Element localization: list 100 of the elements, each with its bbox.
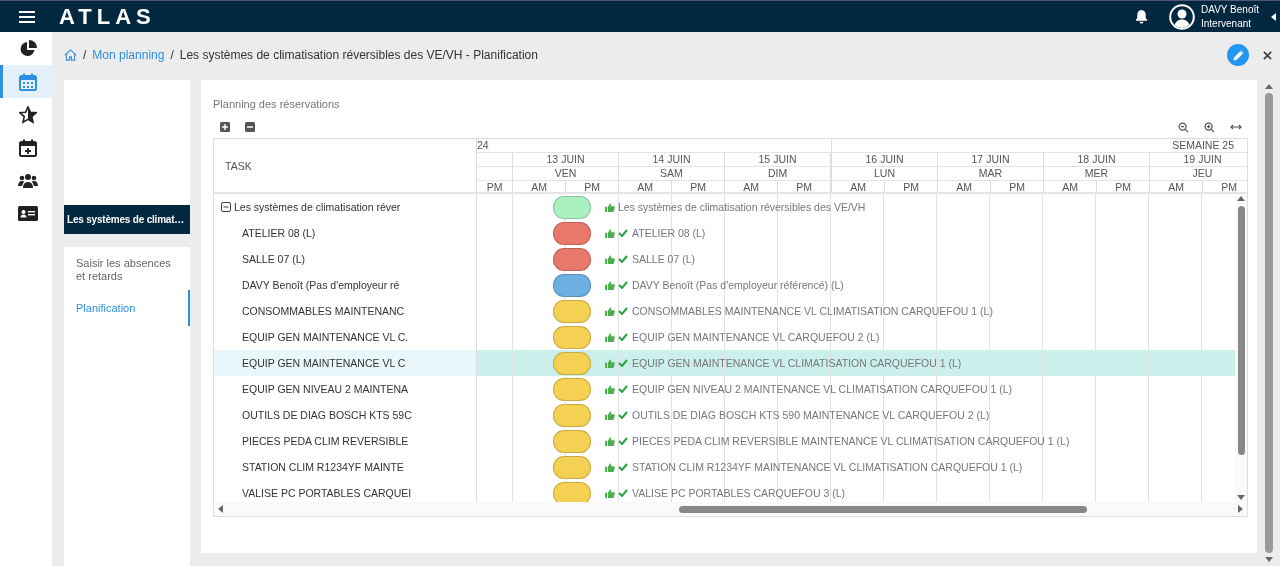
half-day-header: AM — [1150, 181, 1203, 192]
booking-label: EQUIP GEN MAINTENANCE VL CLIMATISATION CARQUEFOU 1 (L) — [632, 357, 962, 369]
date-header: 15 JUIN — [725, 153, 830, 167]
booking-label: Les systèmes de climatisation réversibles des VE/VH — [618, 201, 866, 213]
task-row[interactable]: OUTILS DE DIAG BOSCH KTS 59C — [214, 402, 477, 428]
vertical-scrollbar[interactable] — [1235, 194, 1247, 502]
weekday-header: VEN — [513, 167, 618, 181]
breadcrumb-separator: / — [83, 48, 87, 62]
booking-label: EQUIP GEN NIVEAU 2 MAINTENANCE VL CLIMATISATION CARQUEFOU 1 (L) — [632, 383, 1012, 395]
task-name: EQUIP GEN MAINTENANCE VL C. — [241, 331, 409, 343]
pie-chart-icon — [18, 39, 37, 58]
booking-label: ATELIER 08 (L) — [632, 227, 706, 239]
scroll-left-icon[interactable] — [218, 505, 223, 513]
half-day-header: PM — [991, 181, 1043, 192]
task-row[interactable]: CONSOMMABLES MAINTENANC — [214, 298, 477, 324]
half-day-header: AM — [619, 181, 672, 192]
task-row[interactable]: Les systèmes de climatisation réver — [214, 194, 477, 220]
avatar-icon[interactable] — [1169, 3, 1195, 30]
page-title: Les systèmes de climatisation réversibles des VE/VH - Planification — [179, 48, 538, 62]
half-day-header: PM — [885, 181, 937, 192]
half-day-header: AM — [832, 181, 885, 192]
task-name: Les systèmes de climatisation réver — [234, 201, 401, 213]
star-icon — [18, 105, 37, 124]
task-name: VALISE PC PORTABLES CARQUEI — [241, 487, 412, 499]
booking-label: EQUIP GEN MAINTENANCE VL CARQUEFOU 2 (L) — [632, 331, 880, 343]
users-icon — [17, 172, 38, 189]
half-day-header: PM — [477, 181, 512, 192]
date-header: 14 JUIN — [619, 153, 724, 167]
task-row[interactable]: EQUIP GEN NIVEAU 2 MAINTENA — [214, 376, 477, 402]
date-header: 18 JUIN — [1044, 153, 1149, 167]
scroll-down-icon[interactable] — [1265, 557, 1273, 562]
weekday-header: DIM — [725, 167, 830, 181]
zoom-out-icon[interactable] — [1178, 121, 1189, 133]
scroll-up-icon[interactable] — [1237, 196, 1245, 201]
thumbs-up-icon — [605, 254, 615, 264]
thumbs-up-icon — [605, 228, 615, 238]
close-icon[interactable] — [1263, 50, 1272, 60]
bell-icon[interactable] — [1134, 9, 1149, 24]
week-header: 24 — [477, 139, 831, 153]
date-header: 13 JUIN — [513, 153, 618, 167]
task-row[interactable]: SALLE 07 (L) — [214, 246, 477, 272]
thumbs-up-icon — [605, 306, 615, 316]
horizontal-scrollbar[interactable] — [214, 502, 1247, 516]
weekday-header: MER — [1044, 167, 1149, 181]
id-card-icon — [17, 206, 38, 221]
collapse-all-icon[interactable] — [245, 122, 255, 132]
task-name: STATION CLIM R1234YF MAINTE — [241, 461, 404, 473]
home-icon[interactable] — [64, 49, 77, 61]
scroll-right-icon[interactable] — [1238, 505, 1243, 513]
booking-label: SALLE 07 (L) — [632, 253, 696, 265]
caret-icon[interactable] — [1271, 12, 1276, 21]
task-row[interactable]: STATION CLIM R1234YF MAINTE — [214, 454, 477, 480]
booking-label: STATION CLIM R1234YF MAINTENANCE VL CLIMATISATION CARQUEFOU 1 (L) — [632, 461, 1023, 473]
task-row[interactable]: DAVY Benoît (Pas d'employeur ré — [214, 272, 477, 298]
user-role: Intervenant — [1201, 16, 1253, 31]
half-day-header: AM — [513, 181, 566, 192]
task-row[interactable]: PIECES PEDA CLIM REVERSIBLE — [214, 428, 477, 454]
task-name: DAVY Benoît (Pas d'employeur ré — [241, 279, 400, 291]
project-tab[interactable]: Les systèmes de climat… — [64, 205, 190, 234]
fit-width-icon[interactable] — [1230, 124, 1242, 130]
scroll-down-icon[interactable] — [1237, 495, 1245, 500]
task-name: EQUIP GEN NIVEAU 2 MAINTENA — [241, 383, 409, 395]
booking-bar[interactable] — [553, 221, 591, 245]
booking-bar[interactable] — [553, 273, 591, 297]
thumbs-up-icon — [605, 384, 615, 394]
edit-button[interactable] — [1227, 44, 1249, 66]
booking-label: OUTILS DE DIAG BOSCH KTS 590 MAINTENANCE VL CARQUEFOU 2 (L) — [632, 409, 990, 421]
date-header: 17 JUIN — [938, 153, 1043, 167]
booking-bar[interactable] — [553, 247, 591, 271]
task-name: ATELIER 08 (L) — [241, 227, 316, 239]
expand-all-icon[interactable] — [220, 122, 230, 132]
menu-icon[interactable] — [19, 10, 35, 23]
date-header: 16 JUIN — [832, 153, 937, 167]
date-header: 19 JUIN — [1150, 153, 1247, 167]
task-name: OUTILS DE DIAG BOSCH KTS 59C — [241, 409, 412, 421]
calendar-icon — [18, 72, 37, 91]
user-name: DAVY Benoît — [1201, 2, 1260, 17]
app-logo: ATLAS — [59, 3, 156, 30]
half-day-header: PM — [1097, 181, 1149, 192]
weekday-header: LUN — [832, 167, 937, 181]
scroll-up-icon[interactable] — [1265, 84, 1273, 89]
section-title: Planning des réservations — [213, 98, 341, 110]
collapse-toggle-icon[interactable] — [221, 202, 231, 212]
weekday-header: SAM — [619, 167, 724, 181]
zoom-in-icon[interactable] — [1204, 121, 1215, 133]
task-name: SALLE 07 (L) — [241, 253, 306, 265]
weekday-header: JEU — [1150, 167, 1247, 181]
selected-row[interactable]: EQUIP GEN MAINTENANCE VL C — [214, 350, 477, 376]
thumbs-up-icon — [605, 436, 615, 446]
half-day-header: AM — [1044, 181, 1097, 192]
menu-link[interactable]: Saisir les absences et retards — [64, 252, 190, 288]
weekday-header: MAR — [938, 167, 1043, 181]
booking-label: PIECES PEDA CLIM REVERSIBLE MAINTENANCE VL CLIMATISATION CARQUEFOU 1 (L) — [632, 435, 1070, 447]
thumbs-up-icon — [605, 358, 615, 368]
half-day-header: PM — [566, 181, 618, 192]
half-day-header: AM — [938, 181, 991, 192]
thumbs-up-icon — [605, 280, 615, 290]
booking-label: CONSOMMABLES MAINTENANCE VL CLIMATISATION CARQUEFOU 1 (L) — [632, 305, 993, 317]
task-row[interactable]: ATELIER 08 (L) — [214, 220, 477, 246]
menu-link[interactable]: Planification — [64, 290, 190, 326]
